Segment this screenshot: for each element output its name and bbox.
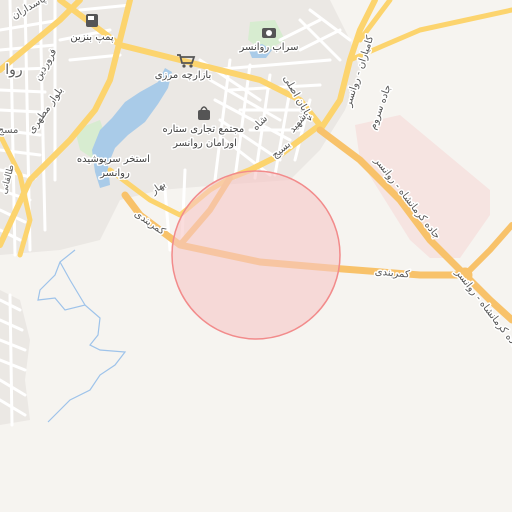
- poi-label-bazarcheh[interactable]: بازارچه مرزی: [153, 69, 213, 83]
- label-ravansar-edge: روا: [5, 62, 22, 78]
- photo-icon[interactable]: [262, 28, 276, 38]
- label-masjed-edge: مسج: [0, 125, 18, 136]
- fuel-icon[interactable]: [86, 14, 98, 27]
- poi-label-fuel[interactable]: پمپ بنزین: [69, 31, 115, 45]
- highlight-area-circle[interactable]: [171, 170, 341, 340]
- poi-label-sarab[interactable]: سراب روانسر: [237, 41, 300, 55]
- map-view[interactable]: پمپ بنزین سراب روانسر بازارچه مرزی مجتمع…: [0, 0, 512, 512]
- map-canvas[interactable]: پمپ بنزین سراب روانسر بازارچه مرزی مجتمع…: [0, 0, 512, 512]
